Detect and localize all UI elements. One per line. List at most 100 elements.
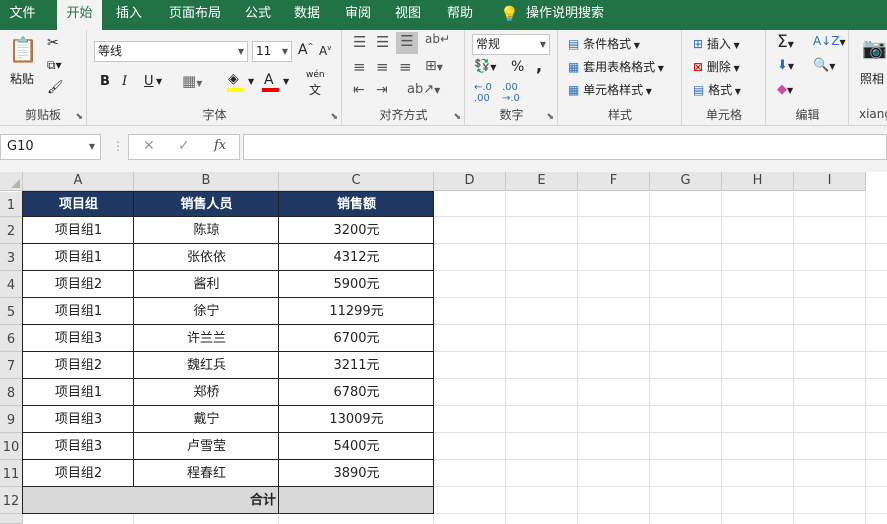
formula-input[interactable]	[243, 134, 887, 160]
row-header-3[interactable]: 3	[0, 244, 23, 271]
table-cell[interactable]: 项目组3	[23, 325, 134, 352]
table-cell[interactable]: 程春红	[134, 460, 279, 487]
table-header-cell[interactable]: 项目组	[23, 192, 134, 217]
phonetic-button[interactable]: wén	[306, 70, 325, 80]
row-header-7[interactable]: 7	[0, 352, 23, 379]
dialog-launcher-icon[interactable]: ⬊	[330, 112, 338, 122]
chevron-down-icon[interactable]: ▼	[248, 77, 254, 86]
clear-icon[interactable]: ◆▼	[777, 82, 793, 97]
table-cell[interactable]: 徐宁	[134, 298, 279, 325]
find-select-icon[interactable]: 🔍▼	[813, 58, 835, 73]
cell-styles-button[interactable]: ▦ 单元格样式 ▼	[568, 81, 652, 98]
column-header-c[interactable]: C	[279, 172, 434, 191]
align-center-icon[interactable]: ≡	[376, 58, 389, 76]
conditional-formatting-button[interactable]: ▤ 条件格式 ▼	[568, 35, 640, 52]
row-header-12[interactable]: 12	[0, 487, 23, 514]
table-cell[interactable]: 戴宁	[134, 406, 279, 433]
table-cell[interactable]: 3211元	[279, 352, 434, 379]
table-cell[interactable]: 项目组1	[23, 298, 134, 325]
enter-icon[interactable]: ✓	[178, 138, 190, 154]
table-cell[interactable]: 5400元	[279, 433, 434, 460]
table-cell[interactable]: 项目组2	[23, 352, 134, 379]
merge-center-icon[interactable]: ⊞▼	[425, 58, 443, 74]
table-cell[interactable]: 5900元	[279, 271, 434, 298]
row-header-4[interactable]: 4	[0, 271, 23, 298]
percent-button[interactable]: %	[511, 59, 524, 75]
font-size-select[interactable]: 11 ▼	[252, 41, 292, 62]
camera-button[interactable]: 照相	[860, 70, 884, 87]
table-cell[interactable]: 张依依	[134, 244, 279, 271]
more-options-icon[interactable]: ⋮	[112, 139, 124, 153]
orientation-icon[interactable]: ab↗▼	[407, 82, 440, 97]
row-header-11[interactable]: 11	[0, 460, 23, 487]
table-cell[interactable]: 3890元	[279, 460, 434, 487]
table-cell[interactable]: 陈琼	[134, 217, 279, 244]
align-left-icon[interactable]: ≡	[353, 58, 366, 76]
table-cell[interactable]: 6780元	[279, 379, 434, 406]
font-name-select[interactable]: 等线 ▼	[94, 41, 248, 62]
row-header-6[interactable]: 6	[0, 325, 23, 352]
grow-font-button[interactable]: A^	[298, 42, 313, 58]
table-cell[interactable]: 4312元	[279, 244, 434, 271]
table-cell[interactable]: 3200元	[279, 217, 434, 244]
column-header-i[interactable]: I	[794, 172, 866, 191]
sort-filter-icon[interactable]: A↓Z▼	[813, 34, 846, 48]
increase-indent-icon[interactable]: ⇥	[376, 82, 388, 98]
camera-icon[interactable]: 📷	[862, 36, 887, 60]
chevron-down-icon[interactable]: ▼	[283, 77, 289, 86]
row-header-10[interactable]: 10	[0, 433, 23, 460]
cancel-icon[interactable]: ✕	[143, 138, 155, 154]
table-cell[interactable]: 项目组2	[23, 460, 134, 487]
bold-button[interactable]: B	[100, 74, 110, 89]
row-header-9[interactable]: 9	[0, 406, 23, 433]
number-format-select[interactable]: 常规 ▼	[472, 34, 550, 55]
table-header-cell[interactable]: 销售额	[279, 192, 434, 217]
bottom-align-icon[interactable]: ☰	[396, 32, 418, 54]
table-cell[interactable]: 项目组2	[23, 271, 134, 298]
format-cells-button[interactable]: ▤ 格式 ▼	[693, 81, 741, 98]
decrease-decimal-icon[interactable]: .00 →.0	[502, 82, 520, 104]
fill-icon[interactable]: ⬇▼	[777, 58, 794, 73]
chevron-down-icon[interactable]: ▼	[89, 135, 95, 159]
dialog-launcher-icon[interactable]: ⬊	[546, 112, 554, 122]
increase-decimal-icon[interactable]: ←.0.00	[474, 82, 492, 104]
tab-help[interactable]: 帮助	[440, 0, 480, 30]
row-header-1[interactable]: 1	[0, 192, 23, 217]
table-cell[interactable]: 项目组1	[23, 244, 134, 271]
align-right-icon[interactable]: ≡	[399, 58, 412, 76]
row-header-2[interactable]: 2	[0, 217, 23, 244]
currency-icon[interactable]: 💱▼	[474, 59, 496, 74]
table-cell[interactable]: 项目组3	[23, 433, 134, 460]
tab-file[interactable]: 文件	[0, 0, 45, 30]
tell-me-search[interactable]: 操作说明搜索	[526, 0, 604, 30]
table-header-cell[interactable]: 销售人员	[134, 192, 279, 217]
wrap-text-icon[interactable]: ab↵	[425, 32, 450, 46]
worksheet-grid[interactable]: ABCDEFGHI 1 2 3 4 5 6 7 8 9 10 11 12 项目组 销售人员 销售额 项目组1…	[0, 172, 887, 524]
autosum-icon[interactable]: Σ▼	[777, 32, 794, 52]
insert-cells-button[interactable]: ⊞ 插入 ▼	[693, 35, 740, 52]
column-header-g[interactable]: G	[650, 172, 722, 191]
middle-align-icon[interactable]: ☰	[376, 33, 389, 51]
table-cell[interactable]: 6700元	[279, 325, 434, 352]
table-cell[interactable]: 13009元	[279, 406, 434, 433]
dialog-launcher-icon[interactable]: ⬊	[75, 112, 83, 122]
decrease-indent-icon[interactable]: ⇤	[353, 82, 365, 98]
column-header-h[interactable]: H	[722, 172, 794, 191]
dialog-launcher-icon[interactable]: ⬊	[453, 112, 461, 122]
italic-button[interactable]: I	[122, 74, 127, 89]
row-header-8[interactable]: 8	[0, 379, 23, 406]
cut-icon[interactable]: ✂	[47, 35, 59, 51]
shrink-font-button[interactable]: Av	[319, 44, 331, 58]
column-header-f[interactable]: F	[578, 172, 650, 191]
total-label-cell[interactable]: 合计	[23, 487, 279, 514]
table-cell[interactable]: 许兰兰	[134, 325, 279, 352]
table-cell[interactable]: 项目组1	[23, 379, 134, 406]
tab-formulas[interactable]: 公式	[238, 0, 278, 30]
format-painter-icon[interactable]: 🖌	[47, 80, 64, 95]
column-header-d[interactable]: D	[434, 172, 506, 191]
copy-icon[interactable]: ⧉▾	[47, 58, 62, 73]
phonetic-icon[interactable]: 文	[309, 81, 321, 98]
delete-cells-button[interactable]: ⊠ 删除 ▼	[693, 58, 740, 75]
tab-home[interactable]: 开始	[57, 0, 102, 30]
borders-icon[interactable]: ▦▼	[182, 72, 202, 90]
